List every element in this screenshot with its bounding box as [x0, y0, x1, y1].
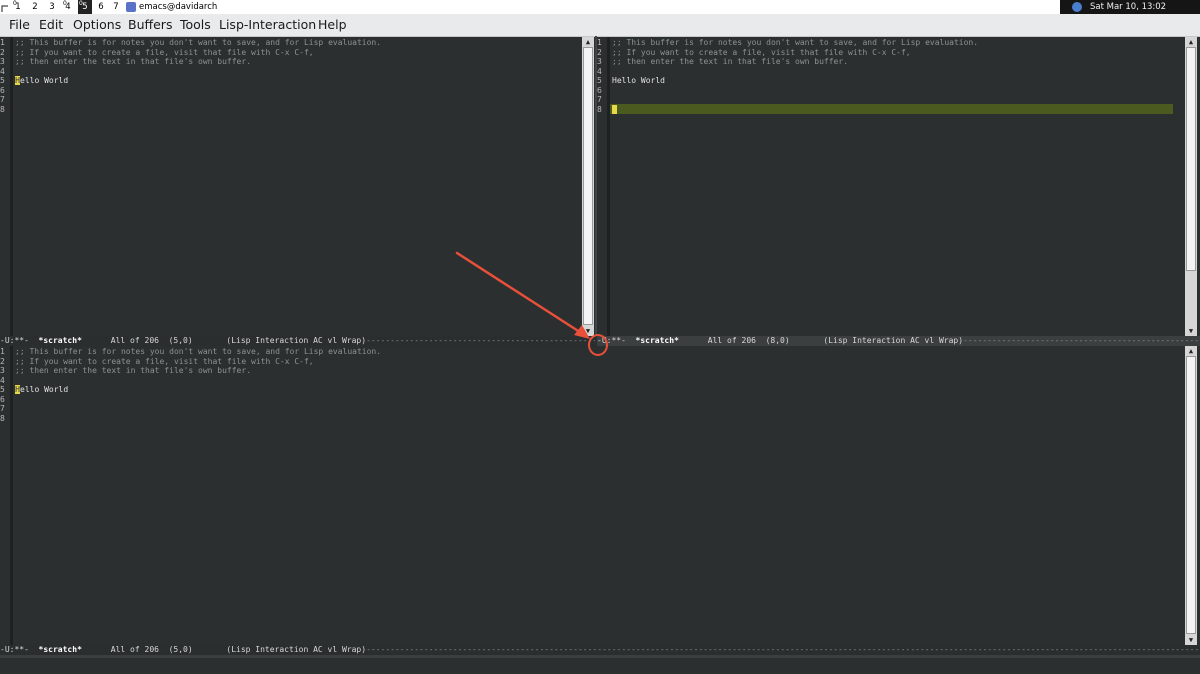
scroll-thumb[interactable]: [1186, 47, 1196, 271]
cursor-line[interactable]: [612, 104, 617, 115]
line-number: 2: [0, 47, 5, 57]
scroll-down-arrow[interactable]: ▼: [1185, 326, 1197, 336]
scroll-up-arrow[interactable]: ▲: [1185, 37, 1197, 47]
line-number: 5: [0, 385, 5, 394]
workspace-6[interactable]: 6: [95, 0, 107, 14]
line-number: 7: [0, 95, 5, 104]
workspace-3[interactable]: 3: [46, 0, 58, 14]
line-number: 2: [0, 356, 5, 366]
workspace-2[interactable]: 2: [29, 0, 41, 14]
line-number: 5: [597, 76, 602, 85]
scroll-thumb[interactable]: [1186, 356, 1196, 634]
line-number: 8: [597, 104, 602, 114]
scrollbar-top-right[interactable]: ▲ ▼: [1185, 37, 1197, 336]
scroll-down-arrow[interactable]: ▼: [582, 326, 594, 336]
window-top-left[interactable]: 1 2 3 4 5 6 7 8 ;; This buffer is for no…: [0, 37, 595, 336]
buffer-name[interactable]: *scratch*: [39, 336, 82, 345]
task-title[interactable]: emacs@davidarch: [139, 0, 217, 14]
menu-edit[interactable]: Edit: [39, 14, 63, 36]
line-number: 2: [597, 47, 602, 57]
cursor: [612, 104, 617, 114]
comment-line[interactable]: ;; This buffer is for notes you don't wa…: [612, 38, 978, 48]
line-number: 7: [0, 404, 5, 413]
comment-line[interactable]: ;; then enter the text in that file's ow…: [15, 366, 251, 376]
line-number: 6: [0, 85, 5, 95]
menu-help[interactable]: Help: [318, 14, 347, 36]
modified-indicator: -U:**-: [0, 645, 39, 654]
hello-text: ello World: [20, 385, 69, 394]
comment-line[interactable]: ;; then enter the text in that file's ow…: [612, 57, 848, 67]
menu-lisp-interaction[interactable]: Lisp-Interaction: [219, 14, 316, 36]
panel-menu-icon[interactable]: [0, 0, 11, 14]
window-bottom[interactable]: 1 2 3 4 5 6 7 8 ;; This buffer is for no…: [0, 346, 1200, 645]
system-tray: Sat Mar 10, 13:02: [1060, 0, 1200, 14]
comment-line[interactable]: ;; then enter the text in that file's ow…: [15, 57, 251, 67]
workspace-5-active[interactable]: 05: [78, 0, 92, 14]
line-number: 5: [0, 76, 5, 85]
comment-line[interactable]: ;; If you want to create a file, visit t…: [15, 357, 314, 367]
scrollbar-bottom[interactable]: ▲ ▼: [1185, 346, 1197, 645]
line-number: 1: [0, 38, 5, 47]
current-line-highlight: [610, 104, 1173, 114]
buffer-name[interactable]: *scratch*: [39, 645, 82, 654]
line-number: 1: [597, 38, 602, 47]
mode-line-fill: ----------------------------------------…: [366, 336, 595, 345]
menu-buffers[interactable]: Buffers: [128, 14, 172, 36]
line-number: 6: [0, 394, 5, 404]
line-number: 8: [0, 413, 5, 423]
mode-line-top-right[interactable]: -U:**- *scratch* All of 206 (8,0) (Lisp …: [597, 336, 1200, 346]
modified-indicator: -U:**-: [597, 336, 636, 345]
line-number: 3: [0, 57, 5, 66]
mode-line-info: All of 206 (5,0) (Lisp Interaction AC vl…: [81, 336, 367, 345]
hello-text: ello World: [20, 76, 69, 85]
menu-file[interactable]: File: [9, 14, 30, 36]
emacs-icon[interactable]: [126, 2, 136, 12]
mode-line-bottom[interactable]: -U:**- *scratch* All of 206 (5,0) (Lisp …: [0, 645, 1200, 655]
workspace-4[interactable]: 04: [62, 0, 74, 14]
line-number: 1: [0, 347, 5, 356]
mode-line-top-left[interactable]: -U:**- *scratch* All of 206 (5,0) (Lisp …: [0, 336, 595, 346]
line-number: 3: [597, 57, 602, 66]
line-number: 4: [0, 375, 5, 385]
hello-line[interactable]: Hello World: [612, 76, 665, 86]
modified-indicator: -U:**-: [0, 336, 39, 345]
desktop-panel: 01 2 3 04 05 6 7 emacs@davidarch Sat Mar…: [0, 0, 1200, 14]
line-number: 8: [0, 104, 5, 114]
line-number: 4: [597, 66, 602, 76]
scroll-thumb[interactable]: [583, 47, 593, 325]
line-number: 6: [597, 85, 602, 95]
menu-bar: File Edit Options Buffers Tools Lisp-Int…: [0, 14, 1200, 37]
workspace-7[interactable]: 7: [110, 0, 122, 14]
comment-line[interactable]: ;; This buffer is for notes you don't wa…: [15, 38, 381, 48]
mode-line-fill: ----------------------------------------…: [366, 645, 1200, 654]
scrollbar-top-left[interactable]: ▲ ▼: [582, 37, 594, 336]
scroll-up-arrow[interactable]: ▲: [1185, 346, 1197, 356]
buffer-name[interactable]: *scratch*: [636, 336, 679, 345]
comment-line[interactable]: ;; If you want to create a file, visit t…: [15, 48, 314, 58]
line-number: 7: [597, 95, 602, 104]
hello-line[interactable]: Hello World: [15, 76, 68, 86]
menu-tools[interactable]: Tools: [180, 14, 211, 36]
mode-line-fill: ----------------------------------------…: [963, 336, 1200, 345]
workspace-1[interactable]: 01: [12, 0, 24, 14]
comment-line[interactable]: ;; If you want to create a file, visit t…: [612, 48, 911, 58]
horizontal-scrollbar[interactable]: [0, 655, 1200, 658]
mode-line-info: All of 206 (8,0) (Lisp Interaction AC vl…: [678, 336, 964, 345]
comment-line[interactable]: ;; This buffer is for notes you don't wa…: [15, 347, 381, 357]
scroll-up-arrow[interactable]: ▲: [582, 37, 594, 47]
minibuffer[interactable]: [0, 655, 1200, 674]
line-number: 4: [0, 66, 5, 76]
network-icon[interactable]: [1072, 2, 1082, 12]
mode-line-info: All of 206 (5,0) (Lisp Interaction AC vl…: [81, 645, 367, 654]
scroll-down-arrow[interactable]: ▼: [1185, 635, 1197, 645]
line-number: 3: [0, 366, 5, 375]
window-top-right[interactable]: 1 2 3 4 5 6 7 8 ;; This buffer is for no…: [597, 37, 1200, 336]
menu-options[interactable]: Options: [73, 14, 121, 36]
clock[interactable]: Sat Mar 10, 13:02: [1090, 0, 1166, 14]
hello-line[interactable]: Hello World: [15, 385, 68, 395]
